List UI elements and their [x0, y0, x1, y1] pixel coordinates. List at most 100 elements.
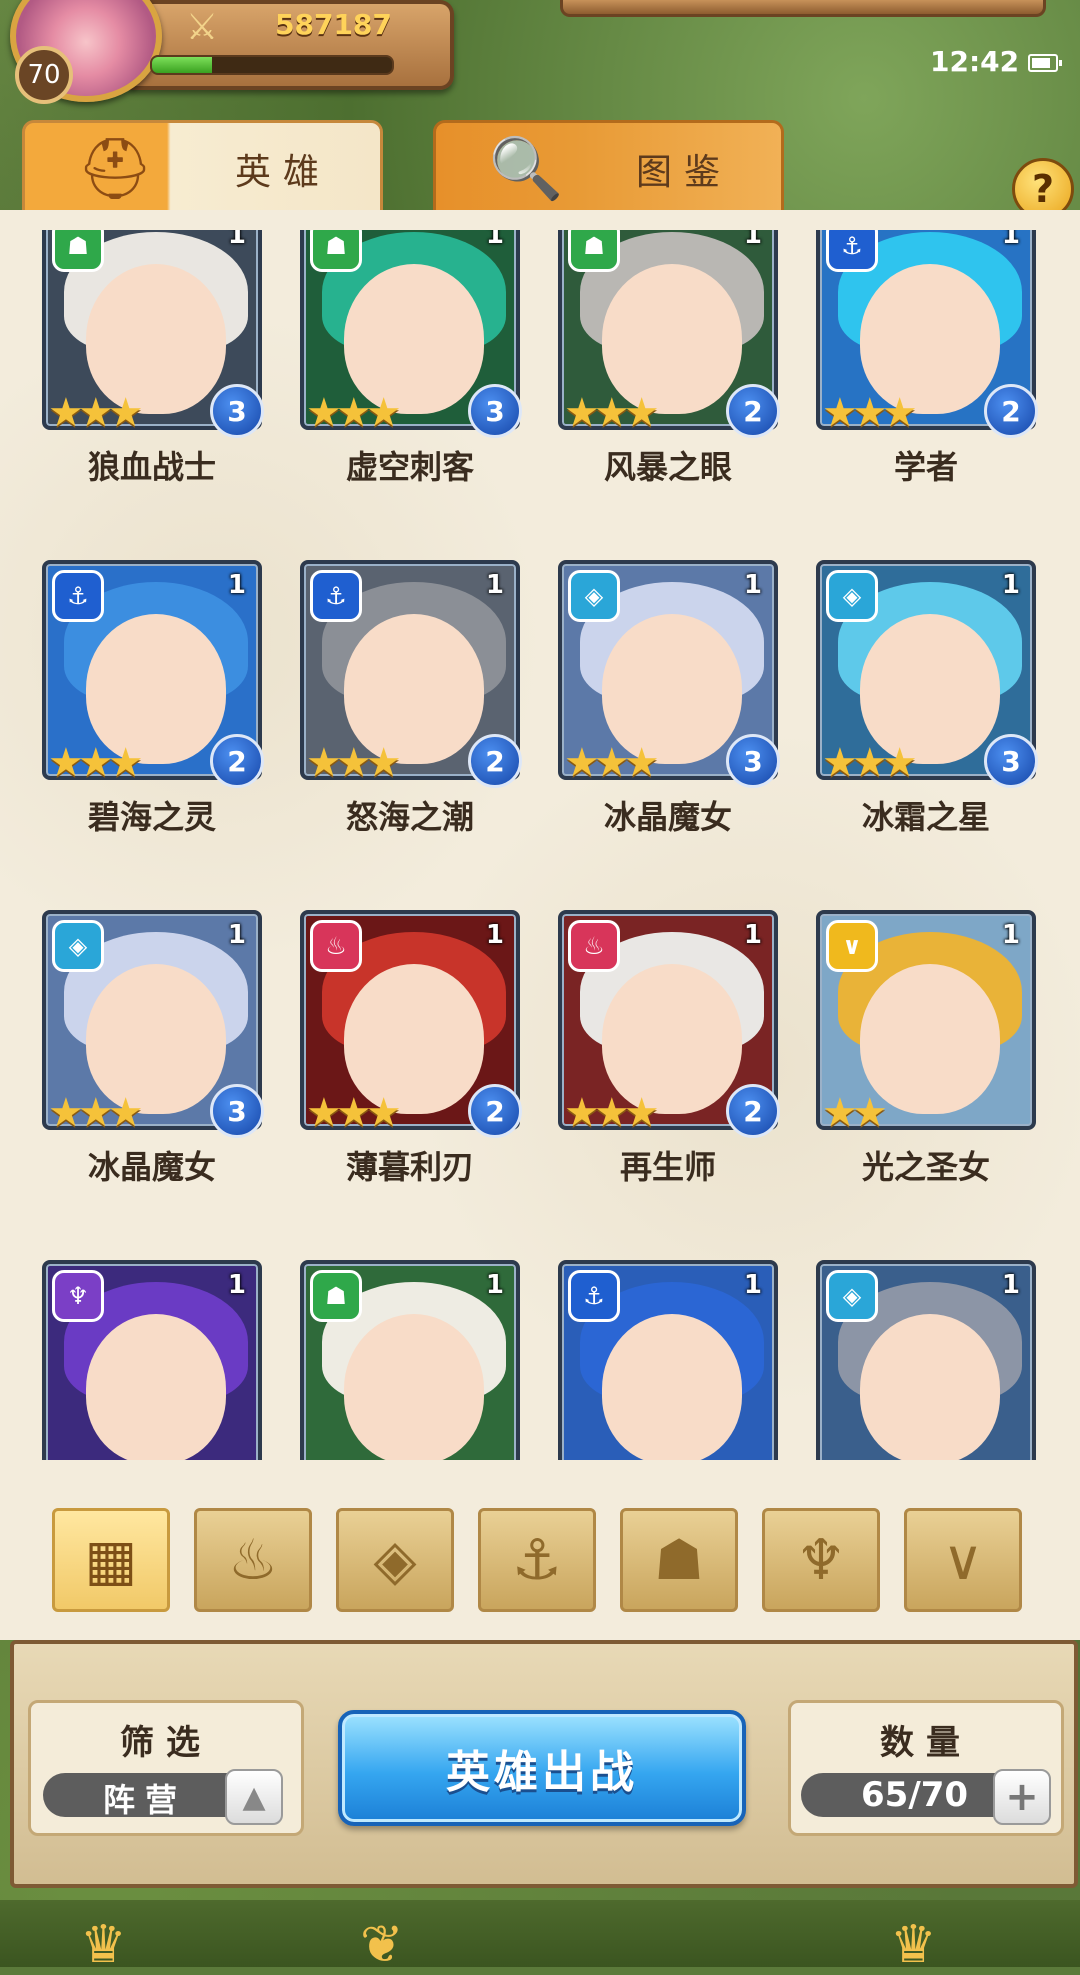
hero-face: [86, 1314, 226, 1460]
deploy-heroes-button[interactable]: 英雄出战: [338, 1710, 746, 1826]
hero-name: 学者: [893, 448, 958, 486]
filter-sea-button[interactable]: ⚓: [478, 1508, 596, 1612]
ice-crystal-icon: ◈: [373, 1527, 417, 1593]
filter-beast-button[interactable]: ☗: [620, 1508, 738, 1612]
filter-all-button[interactable]: ▦: [52, 1508, 170, 1612]
filter-fire-button[interactable]: ♨: [194, 1508, 312, 1612]
filter-dark-button[interactable]: ♆: [762, 1508, 880, 1612]
power-value: 587187: [275, 8, 392, 41]
helmet-icon: ⛑: [76, 133, 154, 204]
hero-rank-badge: 3: [468, 384, 522, 438]
tab-heroes[interactable]: ⛑ 英雄: [22, 120, 383, 218]
light-faction-icon: ∨: [826, 920, 878, 972]
filter-light-button[interactable]: ∨: [904, 1508, 1022, 1612]
player-level-badge: 70: [15, 46, 73, 104]
hero-count-title: 数量: [880, 1723, 972, 1763]
xp-bar-fill: [152, 57, 212, 73]
sea-faction-icon: ⚓: [826, 230, 878, 272]
hero-card[interactable]: ⚓ 1 ★★★ 2 怒海之潮: [300, 560, 522, 860]
hero-card[interactable]: ♆ 1: [42, 1260, 262, 1460]
hero-portrait: ☗ 1 ★★★ 2: [558, 230, 780, 438]
hero-name: 冰晶魔女: [87, 1148, 216, 1186]
faction-select-value: 阵营: [103, 1781, 188, 1819]
hero-name: 虚空刺客: [345, 448, 474, 486]
fire-faction-icon: ♨: [568, 920, 620, 972]
beast-faction-icon: ☗: [568, 230, 620, 272]
hero-portrait: ⚓ 1 ★★★ 2: [42, 560, 264, 788]
hero-copy-count: 1: [1001, 230, 1020, 250]
hero-card[interactable]: ⚓ 1 ★★★ 2 碧海之灵: [42, 560, 264, 860]
hero-copy-count: 1: [227, 1270, 246, 1300]
hero-face: [602, 1314, 742, 1460]
light-wings-icon: ∨: [942, 1527, 984, 1593]
tab-codex[interactable]: 🔍 图鉴: [433, 120, 784, 218]
faction-filter-bar: ▦ ♨ ◈ ⚓ ☗ ♆ ∨: [52, 1508, 1032, 1616]
hero-card[interactable]: ⚓ 1 ★★★ 2 学者: [816, 230, 1038, 510]
hero-stars: ★★★: [822, 740, 918, 786]
filter-title: 筛选: [120, 1723, 212, 1763]
hero-card[interactable]: ◈ 1 ★★★ 3 冰霜之星: [816, 560, 1038, 860]
tab-heroes-label: 英雄: [235, 152, 332, 193]
hero-copy-count: 1: [485, 230, 504, 250]
hero-card[interactable]: ♨ 1 ★★★ 2 再生师: [558, 910, 780, 1210]
crown-icon: ♛: [890, 1915, 937, 1975]
hero-name: 薄暮利刃: [345, 1148, 474, 1186]
hero-copy-count: 1: [227, 920, 246, 950]
hero-copy-count: 1: [743, 1270, 762, 1300]
hero-count-display: 65/70 +: [801, 1769, 1051, 1825]
hero-card[interactable]: ☗ 1: [300, 1260, 520, 1460]
crown-icon: ♛: [80, 1915, 127, 1975]
hero-card[interactable]: ☗ 1 ★★★ 3 狼血战士: [42, 230, 264, 510]
hero-card[interactable]: ☗ 1 ★★★ 2 风暴之眼: [558, 230, 780, 510]
sea-faction-icon: ⚓: [310, 570, 362, 622]
filter-ice-button[interactable]: ◈: [336, 1508, 454, 1612]
hero-rank-badge: 2: [984, 384, 1038, 438]
hero-rank-badge: 2: [726, 384, 780, 438]
hero-grid[interactable]: ☗ 1 ★★★ 3 狼血战士 ☗ 1 ★★★ 3 虚空刺客 ☗ 1 ★★★ 2 风暴之眼 ⚓ 1 ★★★ 2 学者 ⚓ 1…: [0, 230, 1080, 1460]
hero-card[interactable]: ◈ 1 ★★★ 3 冰晶魔女: [42, 910, 264, 1210]
hero-name: 碧海之灵: [87, 798, 216, 836]
top-plank-decoration: [560, 0, 1046, 17]
hero-copy-count: 1: [485, 570, 504, 600]
crossed-swords-icon: ⚔: [185, 7, 219, 48]
sea-faction-icon: ⚓: [52, 570, 104, 622]
xp-bar: [150, 55, 394, 75]
hero-stars: ★★★: [306, 1090, 402, 1136]
hero-portrait: ◈ 1: [816, 1260, 1036, 1460]
hero-stars: ★★★: [564, 390, 660, 436]
expand-capacity-plus-button[interactable]: +: [993, 1769, 1051, 1825]
hero-stars: ★★★: [564, 1090, 660, 1136]
hero-card[interactable]: ◈ 1 ★★★ 3 冰晶魔女: [558, 560, 780, 860]
tab-codex-label: 图鉴: [636, 152, 733, 193]
hero-portrait: ⚓ 1 ★★★ 2: [300, 560, 522, 788]
hero-name: 怒海之潮: [345, 798, 474, 836]
hero-card[interactable]: ☗ 1 ★★★ 3 虚空刺客: [300, 230, 522, 510]
hero-card[interactable]: ∨ 1 ★★ 光之圣女: [816, 910, 1036, 1210]
beast-faction-icon: ☗: [310, 230, 362, 272]
battery-icon: [1028, 54, 1062, 72]
hero-card[interactable]: ◈ 1: [816, 1260, 1036, 1460]
hero-portrait: ☗ 1 ★★★ 3: [300, 230, 522, 438]
hero-copy-count: 1: [485, 1270, 504, 1300]
hero-rank-badge: 3: [984, 734, 1038, 788]
hero-copy-count: 1: [743, 230, 762, 250]
hero-copy-count: 1: [227, 230, 246, 250]
hero-stars: ★★: [822, 1090, 888, 1136]
fire-faction-icon: ♨: [310, 920, 362, 972]
chevron-up-icon[interactable]: ▲: [225, 1769, 283, 1825]
hero-card[interactable]: ⚓ 1: [558, 1260, 778, 1460]
hero-rank-badge: 3: [210, 384, 264, 438]
dark-horns-icon: ♆: [795, 1527, 847, 1593]
ice-faction-icon: ◈: [826, 1270, 878, 1322]
faction-select[interactable]: 阵营 ▲: [43, 1769, 283, 1825]
hero-count-box: 数量 65/70 +: [788, 1700, 1064, 1836]
hero-card[interactable]: ♨ 1 ★★★ 2 薄暮利刃: [300, 910, 522, 1210]
hero-copy-count: 1: [1001, 570, 1020, 600]
hero-rank-badge: 2: [468, 734, 522, 788]
hero-name: 光之圣女: [861, 1148, 990, 1186]
hero-name: 狼血战士: [87, 448, 216, 486]
hero-portrait: ☗ 1: [300, 1260, 520, 1460]
status-clock: 12:42: [930, 45, 1020, 78]
hero-copy-count: 1: [227, 570, 246, 600]
hero-rank-badge: 3: [726, 734, 780, 788]
